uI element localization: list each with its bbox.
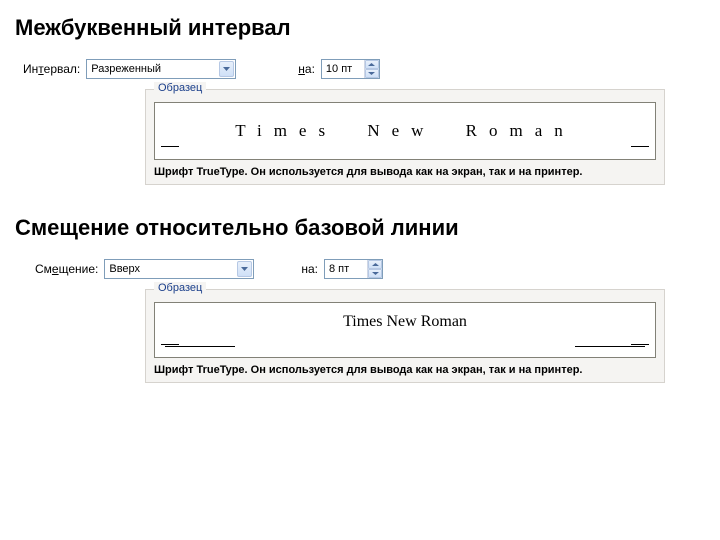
on-label-2: на: <box>301 262 318 276</box>
shift-label-hot: е <box>52 262 59 276</box>
section-title-shift: Смещение относительно базовой линии <box>15 215 705 241</box>
chevron-up-icon[interactable] <box>368 260 382 269</box>
on-label-1-hot: н <box>298 62 305 76</box>
chevron-down-icon[interactable] <box>365 69 379 78</box>
preview-box-spacing: Times New Roman <box>154 102 656 160</box>
preview-label-1: Образец <box>154 82 206 94</box>
interval-label-pre: Ин <box>23 62 38 76</box>
hint-text-1: Шрифт TrueType. Он используется для выво… <box>154 166 656 178</box>
shift-combo[interactable]: Вверх <box>104 259 254 279</box>
interval-label-post: ервал: <box>44 62 81 76</box>
preview-group-spacing: Образец Times New Roman Шрифт TrueType. … <box>145 89 665 185</box>
shift-spinner[interactable]: 8 пт <box>324 259 383 279</box>
sample-text-raised: Times New Roman <box>343 313 467 331</box>
shift-combo-value: Вверх <box>109 263 140 275</box>
chevron-down-icon[interactable] <box>237 261 252 277</box>
spacing-spinner-value: 10 пт <box>322 60 364 78</box>
on-label-1: на: <box>298 62 315 76</box>
shift-label: Смещение: <box>35 262 98 276</box>
interval-combo-value: Разреженный <box>91 63 161 75</box>
interval-label: Интервал: <box>23 62 80 76</box>
shift-control-row: Смещение: Вверх на: 8 пт <box>15 259 705 279</box>
section-title-spacing: Межбуквенный интервал <box>15 15 705 41</box>
shift-label-post: щение: <box>59 262 99 276</box>
on-label-1-post: а: <box>305 62 315 76</box>
spacing-control-row: Интервал: Разреженный на: 10 пт <box>15 59 705 79</box>
sample-text-spaced: Times New Roman <box>235 121 575 141</box>
preview-label-2: Образец <box>154 282 206 294</box>
chevron-down-icon[interactable] <box>368 269 382 278</box>
preview-box-shift: Times New Roman <box>154 302 656 358</box>
chevron-down-icon[interactable] <box>219 61 234 77</box>
shift-spinner-value: 8 пт <box>325 260 367 278</box>
spacing-spinner[interactable]: 10 пт <box>321 59 380 79</box>
baseline-marker-right <box>575 346 645 347</box>
hint-text-2: Шрифт TrueType. Он используется для выво… <box>154 364 656 376</box>
interval-combo[interactable]: Разреженный <box>86 59 236 79</box>
chevron-up-icon[interactable] <box>365 60 379 69</box>
preview-group-shift: Образец Times New Roman Шрифт TrueType. … <box>145 289 665 383</box>
shift-label-pre: См <box>35 262 52 276</box>
baseline-marker-left <box>165 346 235 347</box>
